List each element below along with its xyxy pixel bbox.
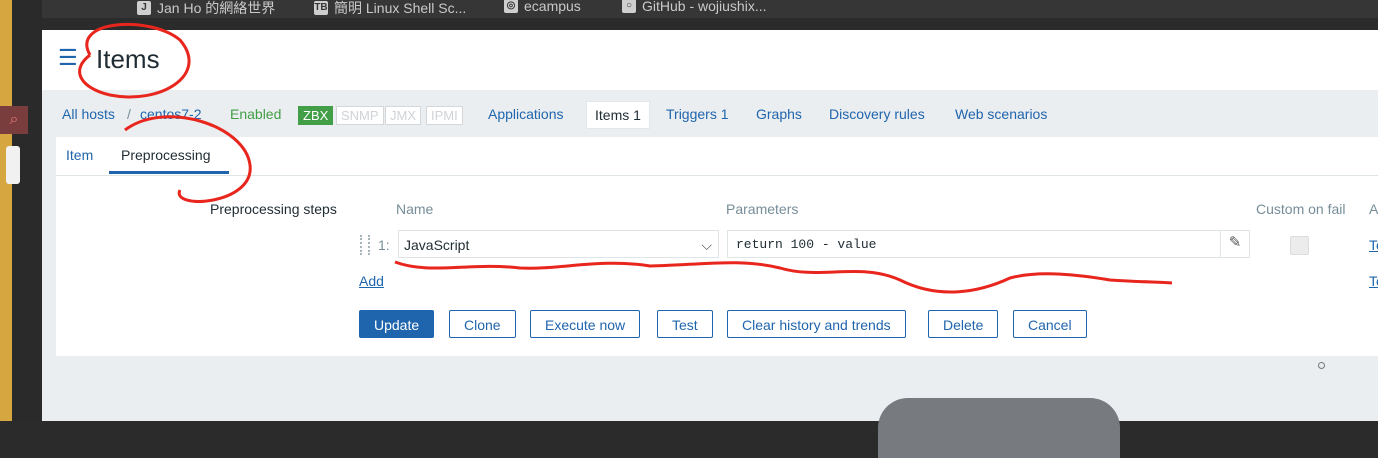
custom-on-fail-checkbox[interactable] [1290,236,1309,255]
add-step-link[interactable]: Add [359,273,384,289]
bookmark-label: Jan Ho 的網絡世界 [157,0,276,16]
edit-pencil-icon[interactable]: ✎ [1220,230,1249,258]
ipmi-badge: IPMI [426,106,463,125]
all-hosts-link[interactable]: All hosts [62,106,115,122]
bookmark-label: ecampus [524,0,581,14]
page-title: Items [96,44,160,74]
preprocessing-steps-label: Preprocessing steps [210,201,337,217]
tab-preprocessing[interactable]: Preprocessing [121,147,211,163]
column-header-name: Name [396,201,434,217]
column-header-actions: A [1369,201,1378,217]
form-tabs: Item Preprocessing [56,137,1378,176]
bookmark-label: GitHub - wojiushix... [642,0,767,14]
active-tab-indicator [109,171,229,174]
overlay-pill [878,398,1120,458]
zabbix-app: ☰ Items All hosts / centos7-2 Enabled ZB… [42,30,1378,458]
cursor-dot [1318,362,1325,369]
snmp-badge: SNMP [336,106,384,125]
search-icon[interactable]: ⌕ [0,106,28,134]
chevron-down-icon: ⌵ [701,237,712,253]
graphs-link[interactable]: Graphs [756,106,802,122]
bookmark-icon: ◎ [504,0,518,13]
bookmarks-bar: J Jan Ho 的網絡世界 TB 簡明 Linux Shell Sc... ◎ ec… [42,0,1378,18]
page-header: ☰ Items [42,30,1378,90]
step-type-value: JavaScript [404,237,470,253]
discovery-rules-link[interactable]: Discovery rules [829,106,925,122]
zbx-badge: ZBX [298,106,334,125]
breadcrumb-separator: / [127,106,131,122]
dock-widget[interactable] [6,146,20,184]
clear-history-button[interactable]: Clear history and trends [727,310,906,338]
bookmark-icon: ○ [622,0,636,13]
drag-handle[interactable] [360,235,370,255]
clone-button[interactable]: Clone [449,310,516,338]
step-parameter-input[interactable]: return 100 - value ✎ [727,230,1250,258]
host-status-link[interactable]: Enabled [230,106,281,122]
side-dock: ⌕ [0,0,42,421]
delete-button[interactable]: Delete [928,310,999,338]
column-header-custom-on-fail: Custom on fail [1256,201,1346,217]
applications-link[interactable]: Applications [488,106,564,122]
jmx-badge: JMX [385,106,421,125]
test-button[interactable]: Test [657,310,713,338]
bookmark-icon: TB [314,1,328,15]
host-navigation: All hosts / centos7-2 Enabled ZBX SNMP J… [42,100,1378,130]
bookmark-ecampus[interactable]: ◎ ecampus [504,0,581,14]
host-link[interactable]: centos7-2 [140,106,201,122]
cancel-button[interactable]: Cancel [1013,310,1087,338]
bookmark-label: 簡明 Linux Shell Sc... [334,0,467,16]
step-test-link[interactable]: Te [1369,237,1378,253]
bookmark-github[interactable]: ○ GitHub - wojiushix... [622,0,766,14]
tab-item[interactable]: Item [66,147,93,163]
bookmark-janho[interactable]: J Jan Ho 的網絡世界 [137,0,275,18]
step-parameter-value: return 100 - value [736,237,877,252]
bookmark-linux-shell[interactable]: TB 簡明 Linux Shell Sc... [314,0,466,18]
update-button[interactable]: Update [359,310,435,338]
triggers-link[interactable]: Triggers 1 [666,106,729,122]
web-scenarios-link[interactable]: Web scenarios [955,106,1047,122]
step-type-select[interactable]: JavaScript ⌵ [398,230,719,258]
step-index: 1: [378,237,390,253]
column-header-parameters: Parameters [726,201,799,217]
item-form-panel: Item Preprocessing Preprocessing steps N… [56,137,1378,356]
items-tab-active[interactable]: Items 1 [586,101,650,129]
desktop-edge [0,0,12,421]
bookmark-icon: J [137,1,151,15]
menu-icon[interactable]: ☰ [58,47,78,69]
execute-now-button[interactable]: Execute now [530,310,641,338]
test-all-steps-link[interactable]: Te [1369,273,1378,289]
